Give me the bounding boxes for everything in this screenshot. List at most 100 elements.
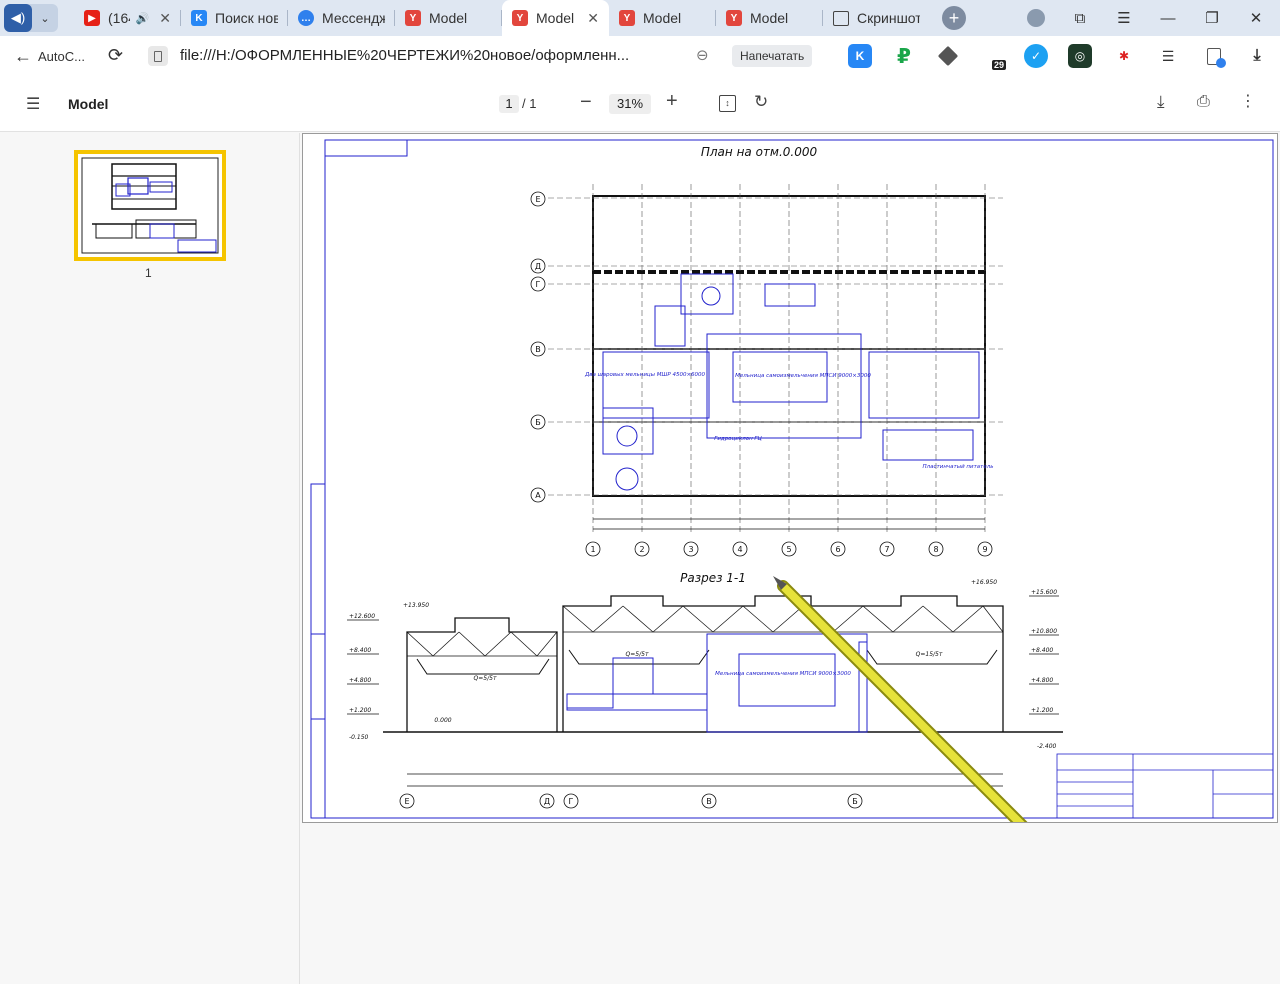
tab-vk-search[interactable]: K Поиск нов — [181, 0, 288, 36]
pdf-page: План на отм.0.000 Мельница самоизмельчен… — [302, 133, 1278, 823]
reload-icon[interactable]: ⟳ — [108, 45, 123, 66]
svg-text:-2.400: -2.400 — [1037, 743, 1057, 750]
page-thumbnail[interactable] — [74, 150, 226, 261]
print-icon[interactable]: ⎙ — [1197, 93, 1210, 111]
document-icon — [833, 10, 849, 26]
section-building — [383, 595, 1063, 733]
crane-label-2: Q=5/5т — [626, 651, 649, 658]
calendar-extension-icon[interactable]: 29 — [980, 44, 1006, 70]
collections-icon[interactable]: ⧉ — [1058, 0, 1102, 36]
svg-text:+4.800: +4.800 — [1031, 677, 1053, 684]
tab-group-pill[interactable]: ◀) ⌄ — [4, 4, 58, 32]
tab-title: Мессендж — [322, 10, 385, 26]
restore-button[interactable]: ❐ — [1190, 0, 1234, 36]
url-field[interactable]: file:///H:/ОФОРМЛЕННЫЕ%20ЧЕРТЕЖИ%20новое… — [180, 47, 680, 64]
fit-page-icon[interactable]: ↕ — [719, 95, 736, 112]
page-number-input[interactable]: 1 — [499, 95, 519, 113]
check-extension-icon[interactable]: ✓ — [1024, 44, 1048, 68]
pdf-icon: Y — [405, 10, 421, 26]
svg-text:8: 8 — [933, 545, 938, 554]
svg-text:+8.400: +8.400 — [1031, 647, 1053, 654]
box-extension-icon[interactable] — [936, 44, 960, 68]
svg-text:5: 5 — [786, 545, 791, 554]
svg-text:Д: Д — [535, 262, 541, 271]
hydrocyclone-label: Гидроциклон ГЦ — [714, 436, 762, 442]
crane-label-3: Q=15/5т — [916, 651, 943, 658]
svg-text:+4.800: +4.800 — [349, 677, 371, 684]
tab-youtube[interactable]: ▶ (1642) 🔊 ✕ — [74, 0, 181, 36]
tab-model-active[interactable]: Y Model ✕ — [502, 0, 609, 36]
feeder-label: Пластинчатый питатель — [923, 464, 994, 470]
print-button[interactable]: Напечатать — [732, 45, 813, 67]
pdf-icon: Y — [726, 10, 742, 26]
zero-level-label: 0.000 — [434, 717, 451, 724]
profile-avatar[interactable] — [1014, 0, 1058, 36]
section-equipment — [566, 633, 868, 733]
new-tab-button[interactable]: + — [942, 6, 966, 30]
sound-icon[interactable]: 🔊 — [136, 12, 150, 25]
svg-text:+1.200: +1.200 — [1031, 707, 1053, 714]
file-icon[interactable] — [148, 46, 168, 66]
svg-text:+12.600: +12.600 — [349, 613, 375, 620]
vk-icon: K — [191, 10, 207, 26]
rotate-icon[interactable]: ↻ — [754, 92, 768, 112]
svg-text:В: В — [706, 797, 712, 806]
close-icon[interactable]: ✕ — [159, 10, 171, 27]
tab-model-3[interactable]: Y Model — [609, 0, 716, 36]
svg-text:+15.600: +15.600 — [1031, 589, 1057, 596]
close-icon[interactable]: ✕ — [587, 10, 599, 27]
back-label: AutoC... — [38, 48, 85, 64]
svg-text:Д: Д — [544, 797, 550, 806]
tab-model-4[interactable]: Y Model — [716, 0, 823, 36]
svg-text:4: 4 — [737, 545, 742, 554]
plan-axis-letters: Е Д Г В Б А — [530, 191, 546, 503]
pdf-icon: Y — [512, 10, 528, 26]
zoom-out-button[interactable]: − — [580, 91, 592, 114]
svg-text:9: 9 — [982, 545, 987, 554]
cad-drawing: План на отм.0.000 Мельница самоизмельчен… — [310, 139, 1274, 822]
avatar — [1027, 9, 1045, 27]
section-axis-letters: Е Д Г В Б — [399, 793, 863, 809]
svg-text:Г: Г — [536, 280, 541, 289]
vk-extension-icon[interactable]: K — [848, 44, 872, 68]
document-title: Model — [68, 96, 109, 112]
more-options-icon[interactable]: ⋮ — [1240, 91, 1256, 111]
tab-title: Скриншот — [857, 10, 920, 26]
tab-title: Поиск нов — [215, 10, 278, 26]
section-title: Разрез 1-1 — [680, 571, 746, 585]
tab-title: (1642) — [108, 10, 130, 26]
minimize-button[interactable]: — — [1146, 0, 1190, 36]
read-aloud-icon[interactable]: ☰ — [1156, 44, 1180, 68]
section-trusses — [406, 605, 1004, 657]
svg-text:В: В — [535, 345, 541, 354]
zoom-level-input[interactable]: 31% — [609, 94, 651, 114]
menu-icon[interactable]: ☰ — [1102, 0, 1146, 36]
svg-text:Г: Г — [569, 797, 574, 806]
messenger-icon: … — [298, 10, 314, 26]
download-icon[interactable]: ⤓ — [1157, 92, 1165, 112]
ruble-extension-icon[interactable]: ₽ — [892, 44, 916, 68]
back-button[interactable]: ← AutoC... — [14, 46, 85, 67]
svg-text:+16.950: +16.950 — [971, 579, 997, 586]
ball-mills-label: Два шаровых мельницы МШР 4500×6000 — [584, 372, 706, 378]
star-extension-icon[interactable]: ✱ — [1112, 44, 1136, 68]
svg-text:-0.150: -0.150 — [349, 734, 369, 741]
browser-window: ◀) ⌄ ▶ (1642) 🔊 ✕ K Поиск нов … Мессендж… — [0, 0, 1280, 984]
svg-text:+1.200: +1.200 — [349, 707, 371, 714]
speaker-icon: ◀) — [4, 4, 32, 32]
tab-screenshot[interactable]: Скриншот — [823, 0, 930, 36]
download-icon[interactable]: ⤓ — [1245, 44, 1269, 68]
profile-extension-icon[interactable] — [1202, 44, 1226, 68]
close-window-button[interactable]: ✕ — [1234, 0, 1278, 36]
svg-text:1: 1 — [590, 545, 595, 554]
hamburger-menu-icon[interactable]: ☰ — [26, 94, 40, 114]
tab-model-1[interactable]: Y Model — [395, 0, 502, 36]
arrow-left-icon: ← — [14, 45, 32, 66]
zoom-out-icon[interactable]: ⊖ — [696, 46, 709, 64]
vpn-extension-icon[interactable]: ◎ — [1068, 44, 1092, 68]
svg-text:Б: Б — [852, 797, 858, 806]
tab-messenger[interactable]: … Мессендж — [288, 0, 395, 36]
plan-title: План на отм.0.000 — [701, 145, 818, 159]
zoom-in-button[interactable]: + — [666, 90, 678, 113]
address-bar: ← AutoC... ⟳ file:///H:/ОФОРМЛЕННЫЕ%20ЧЕ… — [0, 36, 1280, 76]
